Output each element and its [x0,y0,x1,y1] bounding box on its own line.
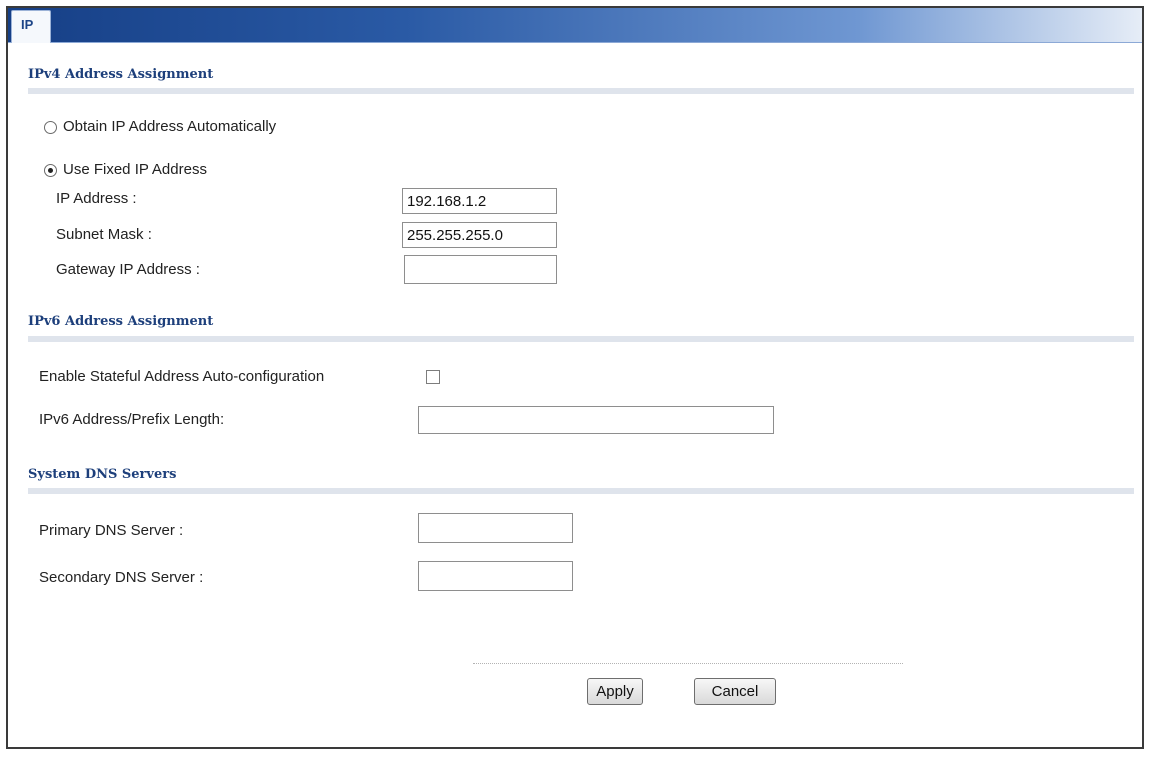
ip-settings-panel: IP IPv4 Address Assignment Obtain IP Add… [6,6,1144,749]
ipv6-prefix-label: IPv6 Address/Prefix Length: [39,411,225,428]
ip-address-label: IP Address : [56,190,137,207]
secondary-dns-label: Secondary DNS Server : [39,569,204,586]
use-fixed-ip-label: Use Fixed IP Address [63,161,207,178]
actions-divider [473,663,903,664]
primary-dns-input[interactable] [418,513,573,543]
ipv6-section-divider [28,336,1134,342]
use-fixed-ip-radio[interactable] [44,164,57,177]
stateful-autoconfig-label: Enable Stateful Address Auto-configurati… [39,368,325,385]
subnet-mask-label: Subnet Mask : [56,226,152,243]
apply-button[interactable]: Apply [587,678,643,705]
secondary-dns-input[interactable] [418,561,573,591]
stateful-autoconfig-checkbox[interactable] [426,370,440,384]
obtain-ip-auto-radio[interactable] [44,121,57,134]
dns-section-divider [28,488,1134,494]
ipv6-prefix-input[interactable] [418,406,774,434]
gateway-ip-label: Gateway IP Address : [56,261,200,278]
tab-bar: IP [8,8,1142,43]
obtain-ip-auto-label: Obtain IP Address Automatically [63,118,277,135]
primary-dns-label: Primary DNS Server : [39,522,184,539]
ipv4-section-title: IPv4 Address Assignment [28,67,214,82]
tab-ip[interactable]: IP [11,10,51,43]
dns-section-title: System DNS Servers [28,467,177,482]
ipv6-section-title: IPv6 Address Assignment [28,314,214,329]
ip-address-input[interactable] [402,188,557,214]
subnet-mask-input[interactable] [402,222,557,248]
ipv4-section-divider [28,88,1134,94]
gateway-ip-input[interactable] [404,255,557,284]
cancel-button[interactable]: Cancel [694,678,776,705]
